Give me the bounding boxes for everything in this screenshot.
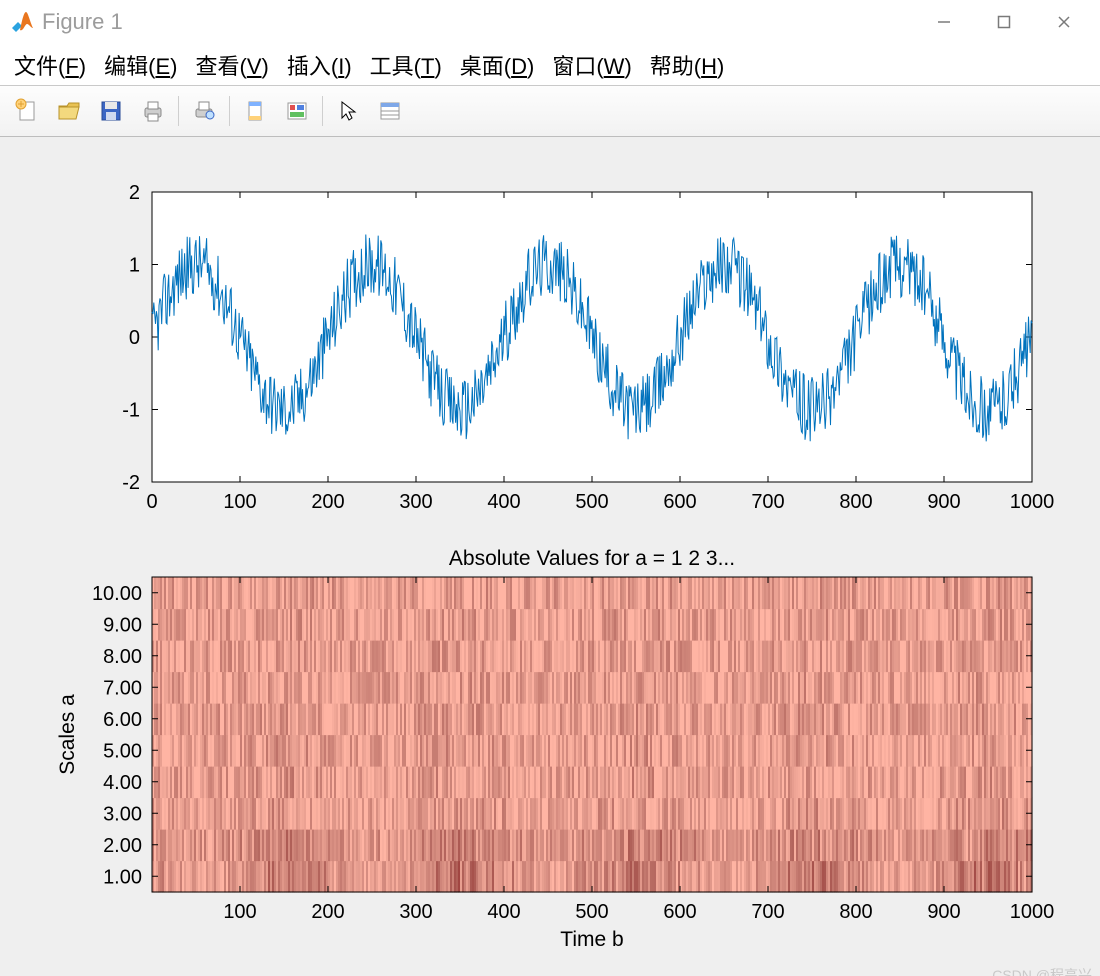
svg-text:100: 100 bbox=[223, 491, 256, 513]
menu-tools[interactable]: 工具(T) bbox=[370, 49, 442, 81]
svg-text:600: 600 bbox=[663, 491, 696, 513]
svg-text:3.00: 3.00 bbox=[103, 803, 142, 825]
svg-text:500: 500 bbox=[575, 491, 608, 513]
window-title: Figure 1 bbox=[42, 9, 123, 35]
svg-text:Time b: Time b bbox=[560, 928, 623, 951]
svg-text:8.00: 8.00 bbox=[103, 646, 142, 668]
link-icon[interactable] bbox=[236, 92, 274, 130]
open-icon[interactable] bbox=[50, 92, 88, 130]
menu-file[interactable]: 文件(F) bbox=[14, 49, 86, 81]
svg-text:800: 800 bbox=[839, 901, 872, 923]
svg-text:900: 900 bbox=[927, 901, 960, 923]
svg-text:10.00: 10.00 bbox=[92, 583, 142, 605]
svg-text:9.00: 9.00 bbox=[103, 614, 142, 636]
matlab-icon bbox=[10, 10, 34, 34]
svg-text:2.00: 2.00 bbox=[103, 835, 142, 857]
svg-text:-2: -2 bbox=[122, 472, 140, 494]
svg-text:0: 0 bbox=[146, 491, 157, 513]
svg-text:4.00: 4.00 bbox=[103, 772, 142, 794]
minimize-button[interactable] bbox=[914, 0, 974, 44]
svg-text:700: 700 bbox=[751, 901, 784, 923]
svg-text:6.00: 6.00 bbox=[103, 709, 142, 731]
print-icon[interactable] bbox=[134, 92, 172, 130]
svg-text:800: 800 bbox=[839, 491, 872, 513]
maximize-button[interactable] bbox=[974, 0, 1034, 44]
svg-text:1: 1 bbox=[129, 255, 140, 277]
svg-text:100: 100 bbox=[223, 901, 256, 923]
menu-view[interactable]: 查看(V) bbox=[195, 49, 268, 81]
svg-text:0: 0 bbox=[129, 327, 140, 349]
svg-text:7.00: 7.00 bbox=[103, 677, 142, 699]
print-preview-icon[interactable] bbox=[185, 92, 223, 130]
svg-text:300: 300 bbox=[399, 491, 432, 513]
save-icon[interactable] bbox=[92, 92, 130, 130]
figure-canvas[interactable]: 0 100 200 300 400 500 600 700 800 900 1000 -2 -1 0 1 2 A… bbox=[0, 137, 1100, 976]
svg-text:200: 200 bbox=[311, 901, 344, 923]
watermark: CSDN @程高兴 bbox=[992, 965, 1092, 976]
svg-text:2: 2 bbox=[129, 182, 140, 204]
menu-window[interactable]: 窗口(W) bbox=[552, 49, 631, 81]
svg-text:300: 300 bbox=[399, 901, 432, 923]
pointer-icon[interactable] bbox=[329, 92, 367, 130]
svg-text:-1: -1 bbox=[122, 400, 140, 422]
svg-text:400: 400 bbox=[487, 491, 520, 513]
colorbar-icon[interactable] bbox=[278, 92, 316, 130]
svg-text:200: 200 bbox=[311, 491, 344, 513]
svg-text:700: 700 bbox=[751, 491, 784, 513]
menubar: 文件(F) 编辑(E) 查看(V) 插入(I) 工具(T) 桌面(D) 窗口(W… bbox=[0, 45, 1100, 86]
menu-help[interactable]: 帮助(H) bbox=[650, 49, 725, 81]
menu-edit[interactable]: 编辑(E) bbox=[104, 49, 177, 81]
svg-text:1.00: 1.00 bbox=[103, 866, 142, 888]
svg-text:1000: 1000 bbox=[1010, 901, 1055, 923]
svg-text:400: 400 bbox=[487, 901, 520, 923]
svg-text:Absolute Values for a = 1 2 3: Absolute Values for a = 1 2 3... bbox=[449, 547, 735, 570]
titlebar: Figure 1 bbox=[0, 0, 1100, 45]
menu-insert[interactable]: 插入(I) bbox=[287, 49, 352, 81]
svg-text:900: 900 bbox=[927, 491, 960, 513]
toolbar bbox=[0, 86, 1100, 137]
svg-text:5.00: 5.00 bbox=[103, 740, 142, 762]
svg-text:Scales a: Scales a bbox=[56, 694, 79, 775]
close-button[interactable] bbox=[1034, 0, 1094, 44]
new-icon[interactable] bbox=[8, 92, 46, 130]
svg-text:500: 500 bbox=[575, 901, 608, 923]
inspector-icon[interactable] bbox=[371, 92, 409, 130]
svg-text:600: 600 bbox=[663, 901, 696, 923]
svg-text:1000: 1000 bbox=[1010, 491, 1055, 513]
menu-desktop[interactable]: 桌面(D) bbox=[460, 49, 535, 81]
